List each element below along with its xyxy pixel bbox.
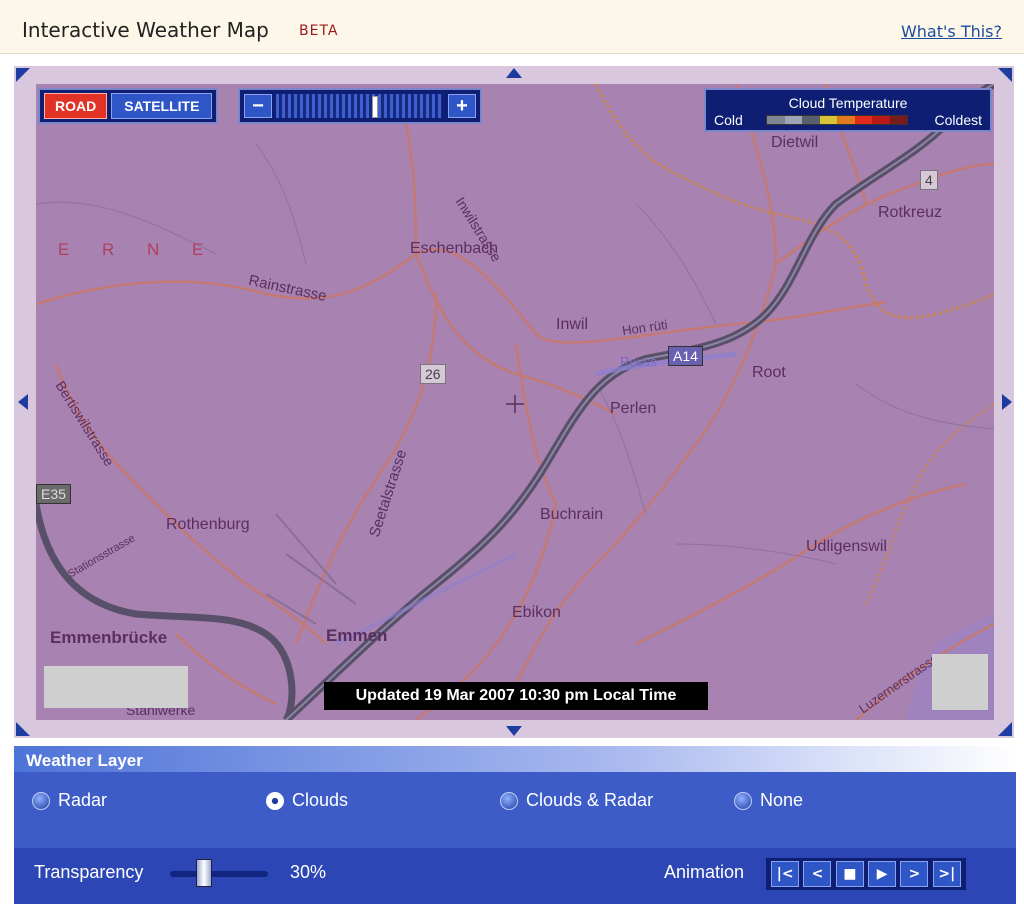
label-root: Root (752, 364, 786, 381)
radio-radar-label: Radar (58, 790, 108, 810)
legend-high-label: Coldest (934, 112, 982, 128)
radio-clouds-radar[interactable]: Clouds & Radar (500, 790, 653, 811)
whats-this-link[interactable]: What's This? (901, 22, 1002, 41)
cloud-temperature-legend: Cloud Temperature Cold Coldest (704, 88, 992, 132)
page-title: Interactive Weather Map (22, 18, 269, 42)
label-udligenswil: Udligenswil (806, 538, 887, 555)
legend-title: Cloud Temperature (788, 95, 908, 111)
zoom-slider[interactable] (276, 94, 442, 118)
map-canvas[interactable]: E R N E Eschenbach Dietwil Rotkreuz Inwi… (36, 84, 994, 720)
label-dietwil: Dietwil (771, 134, 819, 151)
beta-badge: BETA (299, 23, 339, 39)
zoom-control: − + (238, 88, 482, 124)
label-reuss: Reuss (620, 354, 657, 369)
legend-low-label: Cold (714, 112, 743, 128)
radio-button-icon[interactable] (32, 791, 50, 810)
legend-swatch (872, 116, 890, 124)
logo-placeholder (44, 666, 188, 708)
route-marker-e35: E35 (36, 484, 71, 504)
label-buchrain: Buchrain (540, 506, 604, 523)
legend-swatch (802, 116, 820, 124)
radio-radar[interactable]: Radar (32, 790, 107, 811)
animation-label: Animation (664, 862, 745, 882)
label-rotkreuz: Rotkreuz (878, 204, 943, 221)
legend-swatch (784, 116, 802, 124)
label-perlen: Perlen (610, 400, 657, 417)
radio-none-label: None (760, 790, 804, 810)
radio-clouds-radar-label: Clouds & Radar (526, 790, 654, 810)
radio-clouds[interactable]: Clouds (266, 790, 348, 811)
label-lucerne: E R N E (58, 240, 218, 259)
route-marker-a14: A14 (668, 346, 703, 366)
radio-button-selected-icon[interactable] (266, 791, 284, 810)
first-frame-icon[interactable]: |< (771, 861, 800, 887)
route-marker-26: 26 (420, 364, 446, 384)
zoom-out-button[interactable]: − (244, 94, 272, 118)
label-emmen: Emmen (326, 626, 388, 645)
legend-color-scale (766, 115, 908, 125)
legend-swatch (819, 116, 837, 124)
weather-layer-panel: Weather Layer Radar Clouds Clouds & Rada… (14, 746, 1016, 904)
next-frame-icon[interactable]: > (900, 861, 929, 887)
legend-swatch (854, 116, 872, 124)
weather-layer-heading: Weather Layer (14, 746, 1016, 772)
satellite-button[interactable]: SATELLITE (111, 93, 213, 119)
label-ebikon: Ebikon (512, 604, 561, 621)
last-frame-icon[interactable]: >| (932, 861, 961, 887)
label-inwil: Inwil (556, 316, 589, 333)
route-marker-4: 4 (920, 170, 938, 190)
transparency-label: Transparency (34, 862, 144, 882)
animation-controls: |< < ■ ▶ > >| (766, 858, 966, 890)
update-timestamp: Updated 19 Mar 2007 10:30 pm Local Time (324, 682, 708, 710)
radio-button-icon[interactable] (500, 791, 518, 810)
label-emmenbrucke: Emmenbrücke (50, 628, 168, 647)
map-roads (36, 84, 994, 720)
legend-swatch (767, 116, 785, 124)
road-button[interactable]: ROAD (44, 93, 108, 119)
map-mode-bar: ROAD SATELLITE (38, 88, 219, 124)
radio-button-icon[interactable] (734, 791, 752, 810)
play-icon[interactable]: ▶ (868, 861, 897, 887)
crosshair-icon (506, 395, 524, 413)
radio-clouds-label: Clouds (292, 790, 349, 810)
zoom-in-button[interactable]: + (448, 94, 476, 118)
transparency-value: 30% (290, 862, 327, 882)
label-rothenburg: Rothenburg (166, 516, 250, 533)
legend-swatch (837, 116, 855, 124)
prev-frame-icon[interactable]: < (803, 861, 832, 887)
zoom-slider-handle[interactable] (372, 96, 378, 118)
weather-map-app: Interactive Weather Map BETA What's This… (0, 0, 1024, 904)
legend-swatch (889, 116, 907, 124)
overview-placeholder (932, 654, 988, 710)
transparency-slider-handle[interactable] (196, 859, 212, 887)
stop-icon[interactable]: ■ (835, 861, 864, 887)
transparency-slider[interactable] (170, 871, 268, 877)
radio-none[interactable]: None (734, 790, 803, 811)
header: Interactive Weather Map BETA What's This… (0, 0, 1024, 54)
